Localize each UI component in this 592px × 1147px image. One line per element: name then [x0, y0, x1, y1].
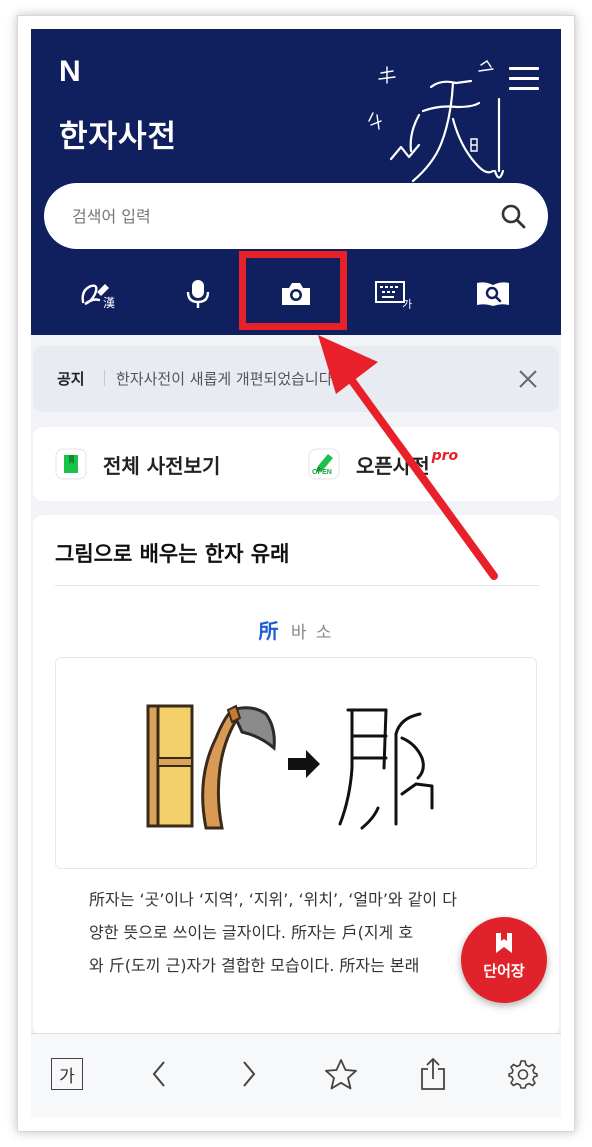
vocabulary-label: 단어장 [483, 962, 525, 980]
axe-illustration [201, 704, 276, 830]
notice-divider [104, 370, 105, 386]
hamburger-menu-icon[interactable] [509, 67, 539, 93]
share-icon [421, 1057, 445, 1090]
bottom-toolbar: 가 [31, 1033, 561, 1117]
camera-highlight-box [239, 251, 347, 330]
app-screen: N 한자사전 검색어 입력 漢 가 공지 한자사전이 새롭게 개편되었습니다. … [31, 29, 561, 1117]
dictionary-shortcuts: 전체 사전보기 오픈사전 pro OPEN [33, 427, 559, 501]
font-size-icon: 가 [51, 1058, 83, 1090]
vocabulary-button[interactable]: 단어장 [461, 917, 547, 1003]
forward-icon [243, 1061, 256, 1087]
naver-logo[interactable]: N [59, 55, 81, 89]
svg-text:漢: 漢 [103, 296, 115, 310]
open-dictionary-label: 오픈사전 [356, 453, 430, 478]
search-input[interactable] [72, 201, 472, 231]
all-dictionaries-link[interactable]: 전체 사전보기 [55, 447, 220, 481]
arrow-icon [288, 750, 320, 778]
pro-badge: pro [431, 448, 459, 464]
settings-icon [508, 1060, 538, 1089]
description-line: 와 斤(도끼 근)자가 결합한 모습이다. 所자는 본래 [89, 956, 420, 975]
divider [55, 585, 539, 586]
hanja-heading[interactable]: 所 바 소 [33, 615, 559, 644]
settings-button[interactable] [503, 1054, 543, 1094]
search-icon[interactable] [500, 203, 526, 229]
notice-label: 공지 [57, 370, 85, 388]
bookmark-icon [496, 933, 512, 953]
keyboard-icon: 가 [375, 281, 412, 309]
back-icon [152, 1061, 165, 1087]
forward-button[interactable] [229, 1054, 269, 1094]
door-and-axe-illustration [146, 704, 434, 830]
hanja-description: 所자는 ‘곳’이나 ‘지역’, ‘지위’, ‘위치’, ‘얼마’와 같이 다 양… [89, 883, 509, 982]
handwriting-button[interactable]: 漢 [74, 269, 124, 319]
door-illustration [146, 704, 194, 828]
all-dictionaries-label: 전체 사전보기 [103, 453, 221, 478]
description-line: 所자는 ‘곳’이나 ‘지역’, ‘지위’, ‘위치’, ‘얼마’와 같이 다 [89, 890, 457, 909]
ancient-hanja-glyph [338, 708, 434, 830]
hanja-reading: 바 소 [290, 623, 334, 643]
keyboard-input-button[interactable]: 가 [369, 269, 419, 319]
svg-text:가: 가 [402, 298, 412, 309]
notice-text[interactable]: 한자사전이 새롭게 개편되었습니다. [116, 368, 337, 389]
dictionary-book-icon [55, 448, 87, 480]
book-search-icon [477, 282, 509, 306]
back-button[interactable] [139, 1054, 179, 1094]
hanja-decoration-illustration [368, 60, 505, 183]
hanja-character[interactable]: 所 [258, 619, 278, 643]
handwriting-hanja-icon: 漢 [81, 284, 115, 310]
description-line: 양한 뜻으로 쓰이는 글자이다. 所자는 戶(지게 호 [89, 923, 414, 942]
font-size-button[interactable]: 가 [47, 1054, 87, 1094]
page-title: 한자사전 [59, 119, 178, 155]
voice-search-button[interactable] [173, 269, 223, 319]
header: N 한자사전 검색어 입력 漢 가 [31, 29, 561, 335]
open-badge: OPEN [312, 469, 332, 476]
radical-search-button[interactable] [468, 269, 518, 319]
close-icon[interactable] [515, 366, 541, 392]
card-title: 그림으로 배우는 한자 유래 [55, 542, 290, 566]
notice-banner[interactable]: 공지 한자사전이 새롭게 개편되었습니다. [33, 346, 559, 412]
microphone-icon [186, 280, 210, 308]
hanja-origin-illustration [55, 657, 537, 869]
share-button[interactable] [413, 1054, 453, 1094]
star-icon [325, 1059, 357, 1090]
bookmark-star-button[interactable] [321, 1054, 361, 1094]
search-bar [44, 183, 548, 249]
